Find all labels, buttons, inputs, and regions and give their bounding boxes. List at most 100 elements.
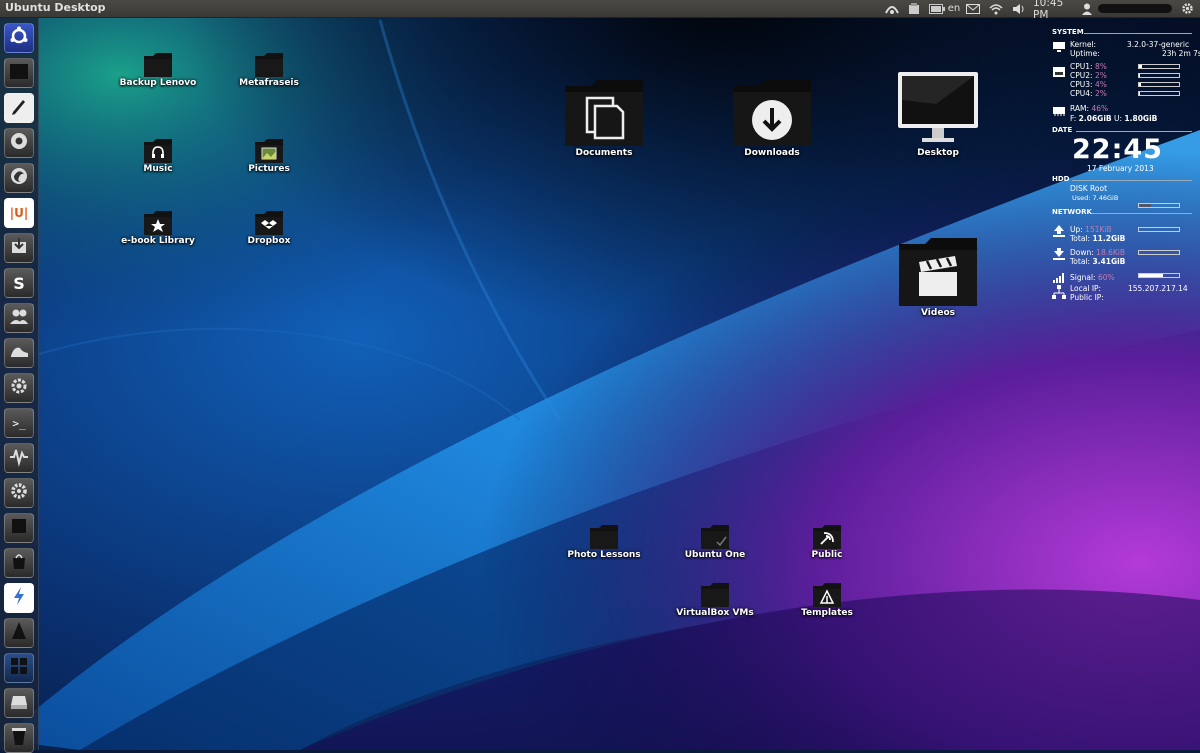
desktop-icon-virtualbox-vms[interactable]: VirtualBox VMs bbox=[675, 582, 755, 618]
cpu4-bar-fill bbox=[1139, 92, 1140, 95]
drive-icon bbox=[8, 690, 30, 716]
launcher-item-ubuntu-tweak[interactable]: |U| bbox=[4, 198, 34, 228]
mail-indicator-icon[interactable] bbox=[964, 1, 982, 16]
launcher-item-text-editor[interactable] bbox=[4, 93, 34, 123]
uptime-label: Uptime: bbox=[1070, 49, 1100, 58]
desktop-icon-label: Pictures bbox=[248, 164, 290, 174]
launcher-item-system-settings[interactable] bbox=[4, 478, 34, 508]
cpu4-label: CPU4: 2% bbox=[1070, 89, 1107, 98]
monitor-icon bbox=[898, 72, 978, 142]
signal-bar-fill bbox=[1139, 274, 1163, 277]
power-gear-icon[interactable] bbox=[1178, 1, 1196, 16]
computer-icon bbox=[1052, 41, 1066, 55]
ram-free-used: F: 2.06GiB U: 1.80GiB bbox=[1070, 114, 1158, 123]
panel-clock[interactable]: 10:45 PM bbox=[1033, 0, 1075, 21]
desktop-icon-label: Backup Lenovo bbox=[119, 78, 197, 88]
launcher-item-chrome[interactable] bbox=[4, 128, 34, 158]
disk-bar-fill bbox=[1139, 204, 1151, 207]
box-icon bbox=[8, 235, 30, 261]
folder-icon bbox=[701, 583, 729, 607]
disk-bar bbox=[1138, 203, 1180, 208]
launcher-item-software-center[interactable] bbox=[4, 548, 34, 578]
desktop-icon-pictures[interactable]: Pictures bbox=[229, 138, 309, 174]
divider bbox=[1076, 131, 1192, 132]
folder-icon bbox=[590, 525, 618, 549]
pencil-icon bbox=[8, 95, 30, 121]
folder-icon bbox=[144, 53, 172, 77]
net-up-bar bbox=[1138, 227, 1180, 232]
redacted-username[interactable] bbox=[1098, 4, 1172, 13]
shoe-icon bbox=[8, 340, 30, 366]
signal-label: Signal: 60% bbox=[1070, 273, 1115, 282]
desktop-icon-dropbox[interactable]: Dropbox bbox=[229, 210, 309, 246]
divider bbox=[1072, 180, 1192, 181]
desktop-icon-public[interactable]: Public bbox=[787, 524, 867, 560]
launcher-item-inkscape[interactable] bbox=[4, 338, 34, 368]
section-heading-system: SYSTEM bbox=[1052, 28, 1084, 36]
trash-icon bbox=[8, 725, 30, 751]
conky-clock: 22:45 bbox=[1072, 134, 1163, 165]
folder-icon bbox=[255, 53, 283, 77]
launcher-item-workspace-switcher[interactable] bbox=[4, 653, 34, 683]
cpu2-bar-fill bbox=[1139, 74, 1140, 77]
folder-icon bbox=[8, 60, 30, 86]
launcher-item-system-monitor[interactable] bbox=[4, 443, 34, 473]
user-icon[interactable] bbox=[1080, 1, 1094, 16]
desktop-icon-label: Desktop bbox=[917, 148, 959, 158]
desktop-icon-photo-lessons[interactable]: Photo Lessons bbox=[564, 524, 644, 560]
desktop-icon-backup-lenovo[interactable]: Backup Lenovo bbox=[118, 52, 198, 88]
divider bbox=[1092, 213, 1192, 214]
launcher-item-firefox[interactable] bbox=[4, 163, 34, 193]
launcher-item-contacts[interactable] bbox=[4, 303, 34, 333]
desktop-icon-ubuntu-one[interactable]: Ubuntu One bbox=[675, 524, 755, 560]
launcher-item-terminal[interactable]: >_ bbox=[4, 408, 34, 438]
desktop-icon-downloads[interactable]: Downloads bbox=[722, 78, 822, 158]
square-icon bbox=[8, 515, 30, 541]
signal-bar bbox=[1138, 273, 1180, 278]
package-indicator-icon[interactable] bbox=[906, 1, 922, 16]
launcher-item-settings-app[interactable] bbox=[4, 373, 34, 403]
desktop-icon-e-book-library[interactable]: e-book Library bbox=[118, 210, 198, 246]
pulse-icon bbox=[8, 445, 30, 471]
section-heading-hdd: HDD bbox=[1052, 175, 1070, 183]
launcher-item-dash-home[interactable] bbox=[4, 23, 34, 53]
desktop-icon-videos[interactable]: Videos bbox=[888, 236, 988, 318]
ubuntu-one-indicator-icon[interactable] bbox=[883, 1, 901, 16]
local-ip-label: Local IP: bbox=[1070, 284, 1102, 293]
desktop-icon-label: Videos bbox=[921, 308, 955, 318]
desktop-icon-documents[interactable]: Documents bbox=[554, 78, 654, 158]
gear-icon bbox=[8, 480, 30, 506]
top-panel: Ubuntu Desktop en 10:45 PM bbox=[0, 0, 1200, 21]
desktop-icon-templates[interactable]: Templates bbox=[787, 582, 867, 618]
desktop-icon-music[interactable]: Music bbox=[118, 138, 198, 174]
terminal-icon: >_ bbox=[12, 416, 26, 430]
bracket-u-icon: |U| bbox=[9, 206, 29, 220]
net-down-total: Total: 3.41GiB bbox=[1070, 257, 1126, 266]
bag-icon bbox=[8, 550, 30, 576]
desktop-icon-desktop[interactable]: Desktop bbox=[888, 70, 988, 158]
check-folder-icon bbox=[701, 525, 729, 549]
cpu1-bar-fill bbox=[1139, 65, 1143, 68]
cpu-icon bbox=[1052, 66, 1066, 80]
launcher-item-flash-app[interactable] bbox=[4, 583, 34, 613]
desktop-icon-label: e-book Library bbox=[121, 236, 195, 246]
launcher-item-workspace-app[interactable] bbox=[4, 513, 34, 543]
launcher-item-drive[interactable] bbox=[4, 688, 34, 718]
launcher-item-package-manager[interactable] bbox=[4, 233, 34, 263]
volume-icon[interactable] bbox=[1010, 1, 1028, 16]
uptime-value: 23h 2m 7s bbox=[1162, 49, 1200, 58]
net-up-total: Total: 11.2GiB bbox=[1070, 234, 1126, 243]
launcher-item-skype[interactable]: S bbox=[4, 268, 34, 298]
cpu2-label: CPU2: 2% bbox=[1070, 71, 1107, 80]
desktop-icon-label: Music bbox=[143, 164, 173, 174]
desktop-icon-metafraseis[interactable]: Metafraseis bbox=[229, 52, 309, 88]
cone-icon bbox=[8, 620, 30, 646]
launcher-item-files[interactable] bbox=[4, 58, 34, 88]
launcher-item-trash[interactable] bbox=[4, 723, 34, 753]
battery-icon[interactable] bbox=[928, 1, 946, 16]
launcher-item-vlc[interactable] bbox=[4, 618, 34, 648]
keyboard-layout-indicator[interactable]: en bbox=[946, 1, 962, 16]
section-heading-network: NETWORK bbox=[1052, 208, 1092, 216]
wifi-icon[interactable] bbox=[987, 1, 1005, 16]
net-down-bar bbox=[1138, 250, 1180, 255]
